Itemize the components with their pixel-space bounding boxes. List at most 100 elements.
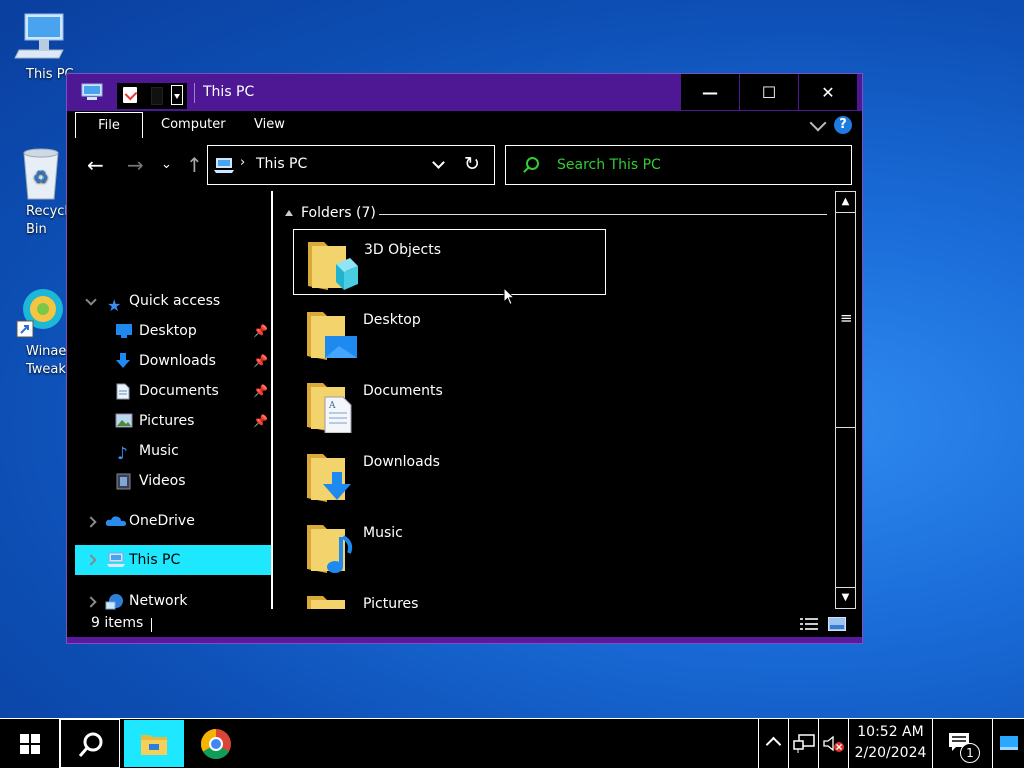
show-hidden-icons-button[interactable]	[758, 719, 788, 768]
network-icon	[105, 594, 123, 610]
nav-item-pictures[interactable]: Pictures 📌	[75, 407, 271, 435]
windows-logo-icon	[20, 734, 40, 754]
breadcrumb-separator-icon[interactable]: ›	[240, 155, 245, 170]
expand-ribbon-chevron-icon[interactable]	[809, 114, 827, 132]
nav-item-music[interactable]: ♪ Music	[75, 437, 271, 465]
winaero-icon	[16, 289, 63, 338]
customize-toolbar-dropdown[interactable]	[171, 85, 183, 105]
star-icon: ★	[107, 296, 122, 315]
folder-item-documents[interactable]: A Documents	[293, 371, 606, 437]
status-bar: 9 items	[67, 613, 862, 637]
chevron-up-icon	[765, 736, 782, 753]
desktop-icon	[116, 324, 132, 338]
scroll-up-icon[interactable]: ▲	[836, 192, 855, 213]
details-view-icon[interactable]	[800, 617, 818, 631]
window-title: This PC	[203, 84, 255, 100]
network-icon	[793, 734, 815, 753]
nav-item-this-pc[interactable]: This PC	[75, 545, 271, 575]
minimize-button[interactable]: —	[681, 74, 739, 110]
pin-icon[interactable]: 📌	[253, 317, 268, 345]
this-pc-icon	[214, 158, 234, 173]
onedrive-icon	[105, 516, 126, 526]
properties-icon[interactable]	[123, 87, 137, 103]
taskbar-chrome[interactable]	[186, 719, 246, 768]
folder-item-desktop[interactable]: Desktop	[293, 300, 606, 366]
search-placeholder: Search This PC	[557, 157, 661, 173]
group-header-folders[interactable]: Folders (7)	[285, 205, 829, 223]
nav-item-documents[interactable]: Documents 📌	[75, 377, 271, 405]
recent-locations-chevron-icon[interactable]: ⌄	[161, 157, 172, 172]
nav-item-downloads[interactable]: Downloads 📌	[75, 347, 271, 375]
taskbar-file-explorer[interactable]	[124, 720, 184, 767]
search-icon	[526, 157, 539, 170]
desktop-icon	[325, 336, 357, 358]
close-icon: ✕	[821, 82, 835, 102]
folder-item-music[interactable]: Music	[293, 513, 606, 579]
this-pc-icon	[81, 83, 103, 100]
this-pc-icon	[14, 13, 64, 59]
scroll-down-icon[interactable]: ▼	[836, 587, 855, 608]
volume-muted-icon	[823, 735, 844, 752]
search-box[interactable]: Search This PC	[505, 145, 852, 185]
breadcrumb-this-pc[interactable]: This PC	[256, 156, 307, 172]
nav-item-onedrive[interactable]: OneDrive	[75, 507, 271, 535]
chevron-right-icon[interactable]	[85, 516, 97, 528]
volume-tray-button[interactable]	[818, 719, 848, 768]
document-icon: A	[324, 396, 352, 433]
large-icons-view-icon[interactable]	[828, 617, 846, 631]
close-button[interactable]: ✕	[799, 74, 857, 110]
ribbon: File Computer View ?	[67, 111, 862, 139]
network-tray-button[interactable]	[788, 719, 818, 768]
notification-count-badge: 1	[960, 743, 980, 763]
clock-time: 10:52 AM	[857, 724, 924, 740]
up-arrow-icon[interactable]: ↑	[186, 153, 203, 177]
folder-view: Folders (7) 3D Objects Desktop A Documen…	[281, 191, 833, 609]
navigation-pane: ★ Quick access Desktop 📌 Downloads 📌 Doc…	[75, 191, 271, 610]
folder-icon	[307, 525, 353, 573]
chevron-right-icon[interactable]	[85, 554, 97, 566]
address-dropdown-icon[interactable]	[432, 156, 445, 169]
navigation-bar: ← → ⌄ ↑ › This PC ↻ Search This PC	[67, 139, 862, 191]
action-center-button[interactable]: 1	[932, 719, 992, 768]
clock[interactable]: 10:52 AM 2/20/2024	[848, 719, 932, 768]
title-bar[interactable]: This PC — ☐ ✕	[67, 74, 862, 111]
tab-computer[interactable]: Computer	[161, 112, 226, 138]
back-arrow-icon[interactable]: ←	[87, 153, 104, 177]
refresh-icon[interactable]: ↻	[464, 153, 480, 175]
chevron-down-icon[interactable]	[85, 294, 97, 306]
scroll-thumb[interactable]	[836, 213, 855, 428]
nav-item-quick-access[interactable]: ★ Quick access	[75, 287, 271, 315]
forward-arrow-icon[interactable]: →	[127, 153, 144, 177]
nav-item-network[interactable]: Network	[75, 587, 271, 615]
show-desktop-button[interactable]	[992, 719, 1024, 768]
nav-item-desktop[interactable]: Desktop 📌	[75, 317, 271, 345]
folder-item-downloads[interactable]: Downloads	[293, 442, 606, 508]
tab-view[interactable]: View	[254, 112, 285, 138]
pin-icon[interactable]: 📌	[253, 377, 268, 405]
maximize-icon: ☐	[761, 82, 777, 102]
tab-file[interactable]: File	[75, 112, 143, 138]
group-header-line	[379, 214, 827, 215]
taskbar-search-button[interactable]	[60, 719, 120, 768]
new-folder-icon[interactable]	[151, 87, 163, 105]
folder-item-pictures[interactable]: Pictures	[293, 584, 606, 609]
vertical-scrollbar[interactable]: ▲ ▼	[835, 191, 856, 609]
address-bar[interactable]: › This PC ↻	[207, 145, 495, 185]
chrome-icon	[200, 729, 231, 760]
pin-icon[interactable]: 📌	[253, 407, 268, 435]
mouse-cursor-icon	[503, 287, 515, 306]
collapse-group-icon[interactable]	[285, 210, 293, 216]
help-icon[interactable]: ?	[834, 116, 852, 134]
chevron-right-icon[interactable]	[85, 596, 97, 608]
documents-icon	[116, 383, 130, 400]
folder-icon	[308, 242, 358, 290]
maximize-button[interactable]: ☐	[740, 74, 798, 110]
pane-splitter[interactable]	[271, 191, 273, 609]
search-icon	[78, 732, 103, 757]
pin-icon[interactable]: 📌	[253, 347, 268, 375]
nav-item-videos[interactable]: Videos	[75, 467, 271, 495]
folder-item-3d-objects[interactable]: 3D Objects	[293, 229, 606, 295]
start-button[interactable]	[0, 719, 60, 768]
item-count: 9 items	[91, 615, 144, 631]
download-icon	[116, 353, 130, 368]
